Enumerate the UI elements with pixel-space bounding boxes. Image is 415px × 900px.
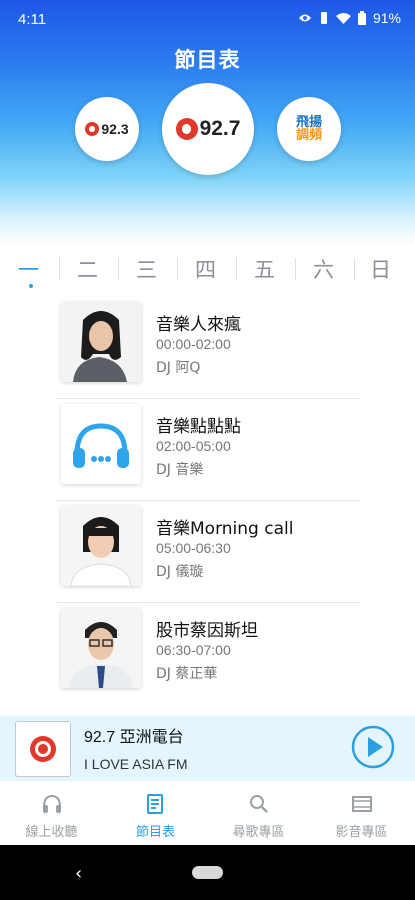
tab-video[interactable]: 影音專區 (310, 781, 413, 845)
tab-label: 節目表 (135, 825, 175, 840)
program-time: 02:00-05:00 (156, 438, 231, 454)
battery-icon (357, 11, 366, 25)
program-title: 音樂人來瘋 (156, 315, 241, 335)
tab-label: 線上收聽 (25, 825, 78, 840)
program-title: 股市蔡因斯坦 (156, 621, 258, 641)
day-tabs: 一 二 三 四 五 六 日 (0, 250, 415, 288)
program-item[interactable]: 音樂點點點 02:00-05:00 DJ 音樂 (55, 398, 361, 501)
selected-day-indicator (29, 284, 33, 288)
video-icon (352, 796, 372, 812)
day-tab-thu[interactable]: 四 (177, 254, 234, 284)
station-feiyang-button[interactable]: 飛揚 調頻 (277, 97, 341, 161)
home-pill[interactable] (192, 866, 223, 879)
station-92-3-logo: 92.3 (85, 121, 129, 137)
tab-song-search[interactable]: 尋歌專區 (207, 781, 310, 845)
feiyang-line2: 調頻 (295, 128, 322, 143)
program-dj: DJ 蔡正華 (156, 666, 218, 682)
feiyang-logo: 飛揚 調頻 (296, 116, 322, 142)
player-subtitle: I LOVE ASIA FM (84, 756, 188, 772)
tab-label: 影音專區 (335, 825, 388, 840)
station-92-7-logo: 92.7 (175, 117, 241, 141)
tab-label: 尋歌專區 (232, 825, 285, 840)
player-title: 92.7 亞洲電台 (84, 729, 184, 746)
headphones-icon (61, 404, 141, 484)
program-item[interactable]: 音樂Morning call 05:00-06:30 DJ 儀璇 (55, 500, 361, 603)
play-button[interactable] (351, 725, 395, 769)
back-icon[interactable]: ‹ (75, 863, 82, 884)
day-tab-tue[interactable]: 二 (59, 254, 116, 284)
battery-percent: 91% (372, 10, 401, 26)
station-freq: 92.3 (101, 121, 129, 137)
wifi-icon (335, 13, 351, 24)
station-92-3-button[interactable]: 92.3 (75, 97, 139, 161)
dj-photo (61, 404, 141, 484)
vibrate-icon (320, 12, 327, 24)
day-tab-fri[interactable]: 五 (236, 254, 293, 284)
schedule-icon (147, 794, 163, 814)
player-station-logo (15, 721, 71, 777)
day-tab-sat[interactable]: 六 (295, 254, 352, 284)
tab-live[interactable]: 線上收聽 (0, 781, 103, 845)
headphones-icon (43, 794, 61, 813)
program-title: 音樂Morning call (156, 519, 294, 539)
program-time: 00:00-02:00 (156, 336, 231, 352)
search-icon (250, 795, 268, 813)
tab-schedule[interactable]: 節目表 (104, 781, 207, 845)
program-item[interactable]: 音樂人來瘋 00:00-02:00 DJ 阿Q (55, 296, 361, 399)
page-title: 節目表 (174, 48, 241, 72)
program-dj: DJ 阿Q (156, 360, 201, 376)
program-dj: DJ 儀璇 (156, 564, 204, 580)
program-dj: DJ 音樂 (156, 462, 204, 478)
day-tab-sun[interactable]: 日 (352, 254, 409, 284)
program-title: 音樂點點點 (156, 417, 241, 437)
status-bar: 4:11 91% (0, 0, 415, 38)
dj-photo (61, 302, 141, 382)
mini-player[interactable]: 92.7 亞洲電台 I LOVE ASIA FM (0, 716, 415, 781)
program-item[interactable]: 股市蔡因斯坦 06:30-07:00 DJ 蔡正華 (55, 602, 361, 712)
status-time: 4:11 (18, 11, 47, 28)
day-tab-mon[interactable]: 一 (0, 254, 57, 284)
eye-icon (298, 14, 311, 22)
dj-photo (61, 506, 141, 586)
program-time: 06:30-07:00 (156, 642, 231, 658)
station-freq: 92.7 (199, 117, 241, 140)
brand-logo-icon (85, 122, 100, 136)
day-tab-wed[interactable]: 三 (118, 254, 175, 284)
program-time: 05:00-06:30 (156, 540, 231, 556)
status-icons: 91% (298, 10, 401, 26)
station-92-7-button[interactable]: 92.7 (162, 83, 254, 175)
brand-logo-icon (175, 118, 198, 140)
system-nav-bar: ‹ (0, 845, 415, 900)
header: 4:11 91% 節目表 92.3 92.7 飛揚 調頻 (0, 0, 415, 245)
brand-logo-icon (30, 736, 56, 762)
bottom-tab-bar: 線上收聽 節目表 尋歌專區 影音專區 (0, 781, 415, 845)
dj-photo (61, 608, 141, 688)
